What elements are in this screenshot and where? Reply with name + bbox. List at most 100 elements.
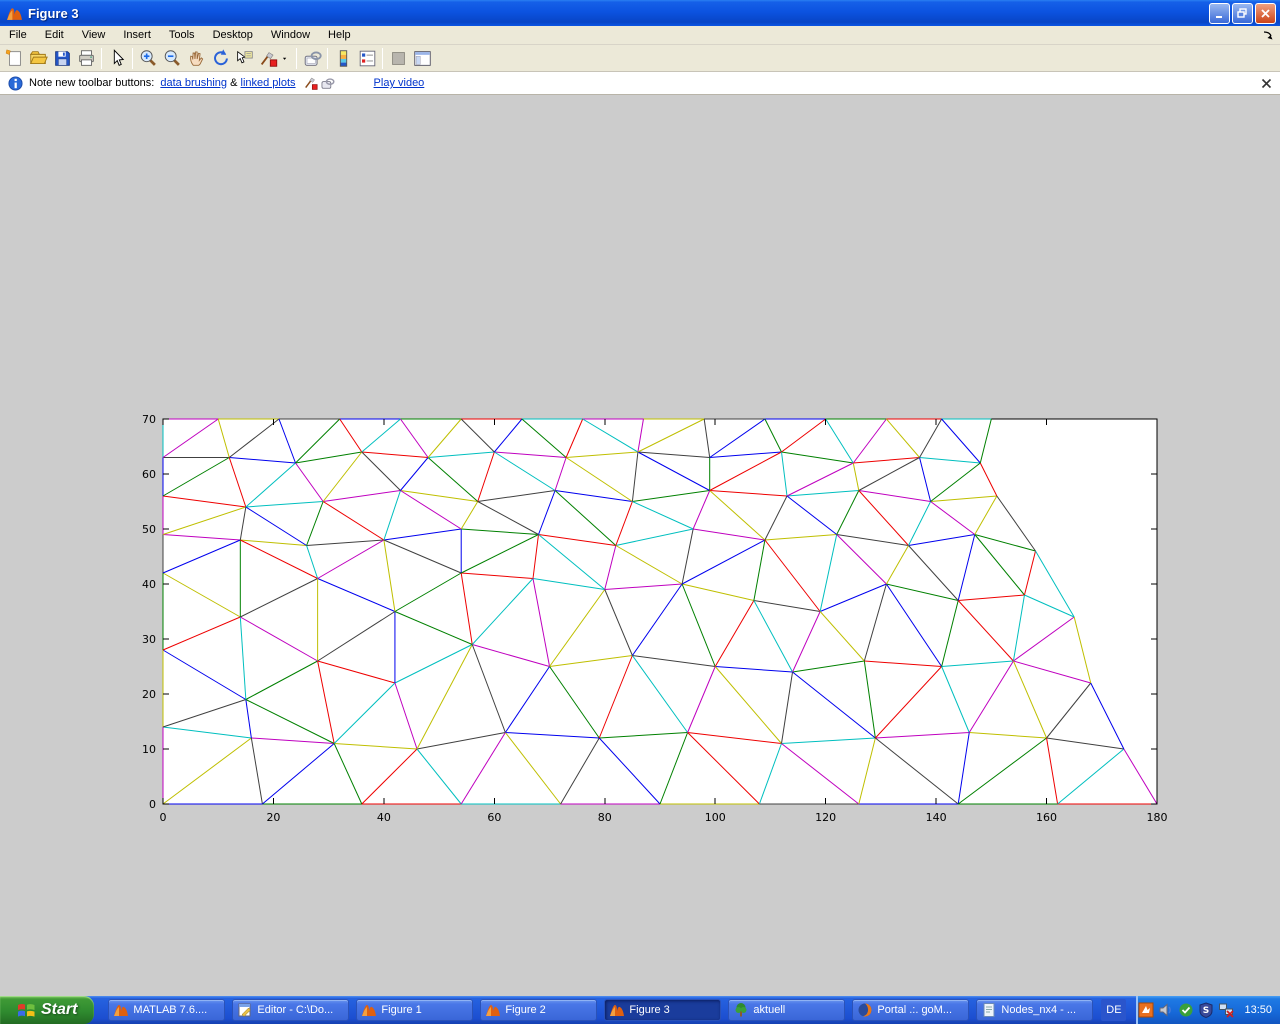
data-brushing-link[interactable]: data brushing (160, 77, 227, 89)
open-file-button[interactable] (26, 46, 50, 70)
language-indicator[interactable]: DE (1101, 999, 1126, 1021)
tick-label: 160 (1036, 811, 1057, 824)
firefox-icon (857, 1002, 873, 1018)
save-figure-button[interactable] (50, 46, 74, 70)
pan-button[interactable] (184, 46, 208, 70)
window-titlebar: Figure 3 (0, 0, 1280, 26)
task-label: Figure 2 (505, 1004, 545, 1016)
restore-button[interactable] (1232, 3, 1253, 24)
menu-item-window[interactable]: Window (262, 27, 319, 43)
figure-canvas: 020406080100120140160180010203040506070 (0, 95, 1280, 996)
tree-icon (733, 1002, 749, 1018)
toolbar-separator (382, 48, 383, 69)
menu-item-desktop[interactable]: Desktop (204, 27, 262, 43)
new-figure-button[interactable] (2, 46, 26, 70)
matlab-icon (609, 1002, 625, 1018)
play-video-link[interactable]: Play video (374, 77, 425, 89)
menu-item-insert[interactable]: Insert (114, 27, 160, 43)
hide-plot-tools-button[interactable] (386, 46, 410, 70)
matlab-icon (361, 1002, 377, 1018)
task-button-figure-1[interactable]: Figure 1 (356, 999, 473, 1021)
insert-colorbar-icon (333, 48, 354, 69)
edit-plot-button[interactable] (105, 46, 129, 70)
task-buttons: MATLAB 7.6.... Editor - C:\Do... Figure 1 F… (108, 999, 1093, 1021)
menu-item-help[interactable]: Help (319, 27, 360, 43)
notification-close-icon[interactable] (1261, 78, 1272, 89)
show-plot-tools-icon (412, 48, 433, 69)
task-button-portal-gom-[interactable]: Portal .:. goM... (852, 999, 969, 1021)
tick-label: 20 (142, 688, 156, 701)
notepad-icon (981, 1002, 997, 1018)
tick-label: 60 (142, 468, 156, 481)
brush-caret-button[interactable] (280, 46, 293, 70)
task-button-matlab-7-6-[interactable]: MATLAB 7.6.... (108, 999, 225, 1021)
tick-label: 60 (487, 811, 501, 824)
link-mini-icon (319, 75, 336, 92)
data-cursor-button[interactable] (232, 46, 256, 70)
insert-legend-button[interactable] (355, 46, 379, 70)
window-title: Figure 3 (28, 6, 1207, 21)
menu-item-file[interactable]: File (0, 27, 36, 43)
editor-icon (237, 1002, 253, 1018)
brush-data-button[interactable] (256, 46, 280, 70)
new-figure-icon (4, 48, 25, 69)
task-label: Figure 1 (381, 1004, 421, 1016)
data-cursor-icon (234, 48, 255, 69)
task-button-aktuell[interactable]: aktuell (728, 999, 845, 1021)
linked-plots-link[interactable]: linked plots (241, 77, 296, 89)
task-button-nodes-nx4-[interactable]: Nodes_nx4 - ... (976, 999, 1093, 1021)
show-plot-tools-button[interactable] (410, 46, 434, 70)
info-icon (8, 76, 23, 91)
menu-item-view[interactable]: View (73, 27, 115, 43)
matlab-icon (485, 1002, 501, 1018)
close-button[interactable] (1255, 3, 1276, 24)
print-figure-icon (76, 48, 97, 69)
zoom-in-button[interactable] (136, 46, 160, 70)
start-button[interactable]: Start (0, 996, 94, 1024)
link-plot-icon (302, 48, 323, 69)
menu-item-tools[interactable]: Tools (160, 27, 204, 43)
axes-box (163, 419, 1157, 804)
toolbar-separator (327, 48, 328, 69)
mesh-plot-axes[interactable]: 020406080100120140160180010203040506070 (130, 409, 1180, 834)
dock-figure-arrow-icon[interactable] (1262, 29, 1274, 41)
open-file-icon (28, 48, 49, 69)
network-offline-icon[interactable] (1218, 1002, 1234, 1018)
svg-text:S: S (1203, 1006, 1209, 1016)
toolbar-separator (296, 48, 297, 69)
notification-bar: Note new toolbar buttons: data brushing … (0, 72, 1280, 95)
task-button-figure-3[interactable]: Figure 3 (604, 999, 721, 1021)
rotate-3d-button[interactable] (208, 46, 232, 70)
antivirus-icon[interactable] (1178, 1002, 1194, 1018)
print-figure-button[interactable] (74, 46, 98, 70)
link-plot-button[interactable] (300, 46, 324, 70)
minimize-button[interactable] (1209, 3, 1230, 24)
notification-text: Note new toolbar buttons: (29, 77, 154, 89)
tick-label: 20 (266, 811, 280, 824)
matlab-figure-icon (6, 5, 23, 22)
tick-label: 10 (142, 743, 156, 756)
menu-bar: FileEditViewInsertToolsDesktopWindowHelp (0, 26, 1280, 45)
menu-item-edit[interactable]: Edit (36, 27, 73, 43)
tick-label: 80 (598, 811, 612, 824)
task-button-figure-2[interactable]: Figure 2 (480, 999, 597, 1021)
task-label: aktuell (753, 1004, 785, 1016)
matlab-icon (113, 1002, 129, 1018)
tick-label: 50 (142, 523, 156, 536)
start-label: Start (41, 1001, 77, 1019)
task-button-editor-c-do-[interactable]: Editor - C:\Do... (232, 999, 349, 1021)
shield-icon[interactable]: S (1198, 1002, 1214, 1018)
insert-colorbar-button[interactable] (331, 46, 355, 70)
task-label: Figure 3 (629, 1004, 669, 1016)
insert-legend-icon (357, 48, 378, 69)
tray-clock: 13:50 (1244, 1004, 1272, 1016)
brush-mini-icon (302, 75, 319, 92)
volume-icon[interactable] (1158, 1002, 1174, 1018)
taskbar: Start MATLAB 7.6.... Editor - C:\Do... Fig… (0, 996, 1280, 1024)
zoom-out-button[interactable] (160, 46, 184, 70)
tick-label: 70 (142, 413, 156, 426)
tick-label: 40 (142, 578, 156, 591)
toolbar-separator (132, 48, 133, 69)
download-manager-icon[interactable] (1138, 1002, 1154, 1018)
tick-label: 100 (705, 811, 726, 824)
